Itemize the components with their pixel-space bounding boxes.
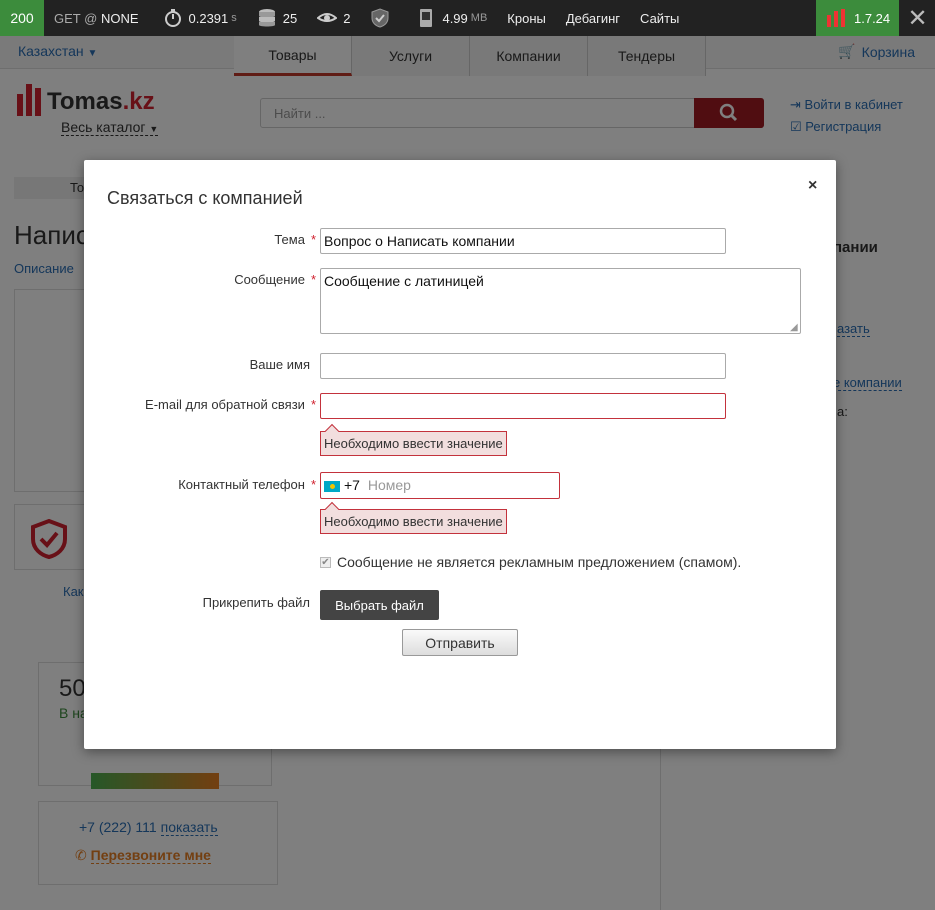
message-textarea[interactable]: Сообщение с латиницей: [320, 268, 801, 334]
close-icon[interactable]: ×: [808, 177, 817, 195]
memory-value: 4.99: [442, 10, 468, 26]
phone-input[interactable]: Номер: [368, 477, 411, 493]
memory-icon: [420, 9, 433, 27]
request-info[interactable]: GET @ NONE: [44, 0, 149, 36]
shield-icon: [371, 8, 389, 28]
attach-label: Прикрепить файл: [202, 595, 310, 610]
email-label: E-mail для обратной связи *: [145, 397, 316, 412]
debug-link-crons[interactable]: Кроны: [497, 0, 556, 36]
submit-button[interactable]: Отправить: [402, 629, 518, 656]
logo-bars-icon: [827, 9, 845, 27]
events-panel[interactable]: 2: [307, 0, 360, 36]
phone-label: Контактный телефон *: [178, 477, 316, 492]
kz-flag-icon[interactable]: [324, 480, 340, 492]
spam-checkbox[interactable]: ✔: [320, 556, 331, 568]
modal-title: Связаться с компанией: [107, 188, 303, 208]
version-label: 1.7.24: [854, 10, 891, 26]
stopwatch-icon: [164, 9, 181, 27]
phone-error: Необходимо ввести значение: [320, 509, 507, 534]
security-panel[interactable]: [360, 0, 406, 36]
status-code[interactable]: 200: [0, 0, 44, 36]
phone-code: +7: [344, 477, 360, 493]
memory-panel[interactable]: 4.99 MB: [406, 0, 497, 36]
db-panel[interactable]: 25: [247, 0, 307, 36]
time-unit: s: [231, 12, 237, 24]
resize-handle-icon[interactable]: ◢: [790, 322, 798, 333]
db-count: 25: [282, 10, 298, 26]
time-value: 0.2391: [188, 10, 229, 26]
contact-company-modal: Связаться с компанией × Тема * Вопрос о Н…: [84, 160, 836, 749]
database-icon: [258, 9, 275, 27]
debug-link-sites[interactable]: Сайты: [630, 0, 689, 36]
name-field[interactable]: [320, 353, 726, 379]
message-label: Сообщение *: [234, 272, 316, 287]
subject-label: Тема *: [274, 232, 316, 247]
version-badge[interactable]: 1.7.24: [816, 0, 899, 36]
debug-link-debugging[interactable]: Дебагинг: [556, 0, 630, 36]
email-error: Необходимо ввести значение: [320, 431, 507, 456]
name-label: Ваше имя: [249, 357, 310, 372]
spam-checkbox-label[interactable]: Сообщение не является рекламным предложе…: [337, 554, 741, 570]
email-field[interactable]: [320, 393, 726, 419]
memory-unit: MB: [470, 12, 488, 24]
choose-file-button[interactable]: Выбрать файл: [320, 590, 439, 620]
route-label: NONE: [100, 10, 139, 26]
debug-toolbar: 200 GET @ NONE 0.2391 s 25 2 4.99 MB Кроны…: [0, 0, 935, 36]
method-label: GET @: [54, 10, 98, 26]
timing-panel[interactable]: 0.2391 s: [153, 0, 247, 36]
eye-icon: [317, 13, 338, 22]
close-icon[interactable]: ✕: [900, 0, 935, 36]
spam-checkbox-row: ✔ Сообщение не является рекламным предло…: [320, 554, 741, 570]
events-count: 2: [343, 10, 351, 26]
subject-field[interactable]: Вопрос о Написать компании: [320, 228, 726, 254]
phone-field[interactable]: +7 Номер: [320, 472, 560, 499]
